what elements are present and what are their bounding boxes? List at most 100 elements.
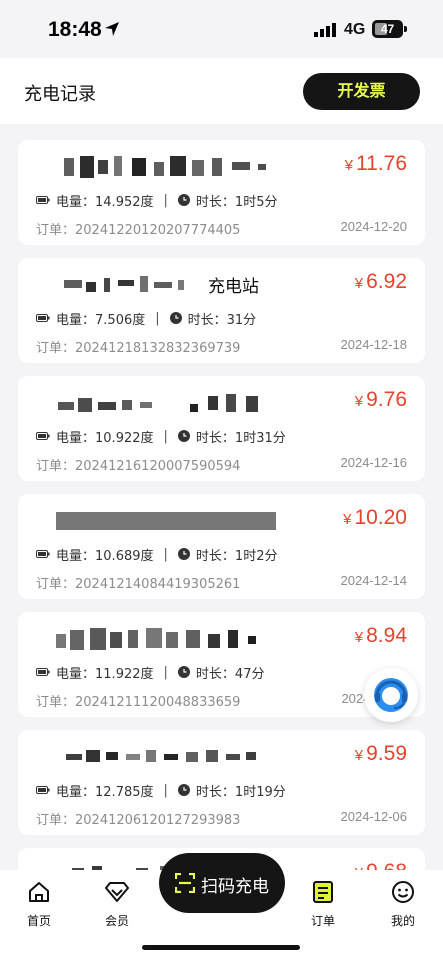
scan-icon: [175, 873, 195, 893]
clock-icon: [177, 666, 190, 678]
tab-mine[interactable]: 我的: [373, 880, 433, 929]
duration-value: 31分: [226, 312, 257, 328]
station-name-text: 充电站: [208, 277, 259, 296]
order-number: 订单：20241211120048833659: [36, 695, 241, 710]
record-card[interactable]: ¥10.20 电量： 10.689度 | 时长： 1时2分 订单：2024121408441…: [18, 494, 425, 599]
station-name: [36, 390, 336, 414]
home-indicator: [142, 945, 300, 950]
order-number: 订单：20241206120127293983: [36, 813, 241, 828]
member-diamond-icon: [105, 882, 129, 902]
scan-charge-label: 扫码充电: [201, 877, 269, 897]
status-bar: 18:48 4G 47: [0, 0, 443, 58]
amount: ¥10.20: [343, 506, 407, 530]
currency-symbol: ¥: [354, 747, 364, 764]
duration-label: 时长：: [195, 430, 235, 446]
clock-icon: [169, 312, 182, 324]
battery-small-icon: [36, 314, 50, 322]
battery-small-icon: [36, 668, 50, 676]
energy-value: 10.689度: [95, 548, 154, 564]
clock-icon: [177, 548, 190, 560]
amount-value: 9.59: [366, 742, 407, 765]
page-header: 充电记录 开发票: [0, 58, 443, 124]
separator: |: [163, 546, 168, 562]
station-name: 充电站: [36, 272, 336, 296]
amount: ¥6.92: [355, 270, 407, 294]
energy-value: 12.785度: [95, 784, 154, 800]
energy-value: 11.922度: [95, 666, 154, 682]
battery-small-icon: [36, 550, 50, 558]
record-date: 2024-12-06: [340, 809, 408, 824]
duration-value: 1时31分: [234, 430, 286, 446]
customer-service-button[interactable]: [364, 668, 418, 722]
record-meta: 电量： 14.952度 | 时长： 1时5分: [36, 190, 277, 210]
separator: |: [163, 192, 168, 208]
amount-value: 9.76: [366, 388, 407, 411]
currency-symbol: ¥: [354, 393, 364, 410]
record-meta: 电量： 10.689度 | 时长： 1时2分: [36, 544, 277, 564]
currency-symbol: ¥: [344, 157, 353, 174]
station-name: [36, 154, 336, 178]
station-name: [36, 744, 336, 768]
clock-icon: [177, 194, 190, 206]
invoice-button[interactable]: 开发票: [303, 73, 420, 110]
tab-home[interactable]: 首页: [9, 880, 69, 929]
station-name: [36, 508, 336, 532]
tab-home-label: 首页: [26, 914, 51, 928]
battery-cap: [404, 26, 407, 32]
battery-small-icon: [36, 786, 50, 794]
battery-small-icon: [36, 432, 50, 440]
record-card[interactable]: ¥9.76 电量： 10.922度 | 时长： 1时31分 订单：2024121612000…: [18, 376, 425, 481]
separator: |: [155, 310, 160, 326]
amount-value: 9.68: [366, 860, 407, 870]
duration-label: 时长：: [195, 666, 235, 682]
order-number: 订单：20241218132832369739: [36, 341, 241, 356]
tab-orders[interactable]: 订单: [293, 880, 353, 929]
record-meta: 电量： 12.785度 | 时长： 1时19分: [36, 780, 286, 800]
record-card[interactable]: ¥11.76 电量： 14.952度 | 时长： 1时5分 订单：2024122012020…: [18, 140, 425, 245]
page-title: 充电记录: [24, 84, 96, 105]
tab-member[interactable]: 会员: [87, 880, 147, 929]
duration-label: 时长：: [195, 784, 235, 800]
battery-icon: 47: [372, 20, 403, 38]
energy-label: 电量：: [56, 194, 96, 210]
scan-charge-button[interactable]: 扫码充电: [159, 853, 285, 913]
currency-symbol: ¥: [343, 511, 352, 528]
separator: |: [163, 782, 168, 798]
record-card[interactable]: 充电站 ¥6.92 电量： 7.506度 | 时长： 31分 订单：2024121813283…: [18, 258, 425, 363]
amount: ¥11.76: [345, 152, 407, 176]
order-number: 订单：20241214084419305261: [36, 577, 241, 592]
amount: ¥8.94: [355, 624, 407, 648]
network-label: 4G: [344, 21, 366, 38]
separator: |: [163, 664, 168, 680]
redacted-station-mosaic: [36, 154, 336, 178]
amount-value: 8.94: [366, 624, 407, 647]
redacted-station-mosaic: [36, 744, 336, 768]
location-arrow-icon: [105, 22, 119, 36]
record-card[interactable]: ¥9.59 电量： 12.785度 | 时长： 1时19分 订单：2024120612012…: [18, 730, 425, 835]
amount: ¥9.59: [355, 742, 407, 766]
amount-value: 11.76: [356, 152, 407, 175]
headset-agent-icon: [374, 678, 408, 712]
record-date: 2024-12-14: [340, 573, 408, 588]
record-meta: 电量： 10.922度 | 时长： 1时31分: [36, 426, 286, 446]
battery-percent: 47: [380, 22, 395, 36]
amount-value: 10.20: [354, 506, 407, 529]
energy-value: 10.922度: [95, 430, 154, 446]
energy-label: 电量：: [56, 548, 96, 564]
energy-value: 7.506度: [95, 312, 146, 328]
energy-label: 电量：: [56, 430, 96, 446]
charging-record-list[interactable]: ¥11.76 电量： 14.952度 | 时长： 1时5分 订单：2024122012020…: [0, 124, 443, 870]
redacted-station-mosaic: [36, 272, 336, 296]
battery-small-icon: [36, 196, 50, 204]
cellular-signal-icon: [314, 23, 336, 37]
status-time: 18:48: [48, 18, 102, 41]
tab-member-label: 会员: [104, 914, 129, 928]
tab-mine-label: 我的: [390, 914, 415, 928]
record-date: 2024-12-18: [340, 337, 408, 352]
energy-label: 电量：: [56, 784, 96, 800]
currency-symbol: ¥: [354, 629, 364, 646]
duration-label: 时长：: [187, 312, 227, 328]
duration-value: 1时5分: [234, 194, 278, 210]
record-date: 2024-12-20: [340, 219, 408, 234]
amount: ¥9.68: [355, 860, 407, 870]
